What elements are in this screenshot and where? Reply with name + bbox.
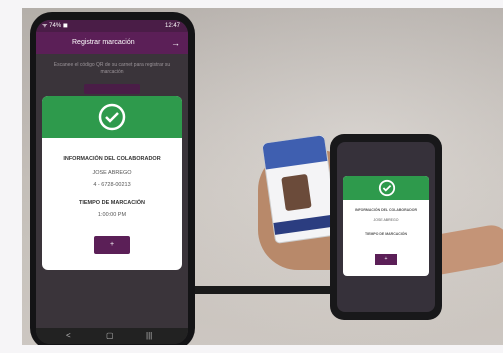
small-dialog-button[interactable]: +: [375, 254, 397, 265]
confirmation-dialog: INFORMACIÓN DEL COLABORADOR JOSE ABREGO …: [42, 96, 182, 270]
frame-bottom: [0, 345, 503, 353]
small-dialog-header: [343, 176, 429, 200]
large-phone-screen: ᯤ 74% ◼ 12:47 Registrar marcación → Esca…: [36, 20, 188, 344]
nav-recent-icon[interactable]: |||: [146, 328, 152, 344]
small-employee-name: JOSE ABREGO: [373, 218, 399, 222]
id-card-band: [273, 214, 337, 235]
frame-top: [0, 0, 503, 8]
status-bar: ᯤ 74% ◼ 12:47: [36, 20, 188, 32]
id-card-photo: [281, 173, 312, 212]
id-card-header: [262, 135, 328, 170]
small-confirmation-dialog: INFORMACIÓN DEL COLABORADOR JOSE ABREGO …: [343, 176, 429, 276]
small-check-circle-icon: [378, 179, 396, 197]
small-time-heading: TIEMPO DE MARCACIÓN: [365, 232, 407, 236]
employee-name: JOSE ABREGO: [92, 170, 132, 176]
status-left: ᯤ 74% ◼: [42, 23, 68, 29]
check-circle-icon: [98, 103, 126, 131]
info-heading: INFORMACIÓN DEL COLABORADOR: [63, 156, 161, 162]
nav-home-icon[interactable]: ▢: [106, 328, 114, 344]
background-instructions: Escanee el código QR de su carnet para r…: [53, 62, 171, 75]
time-heading: TIEMPO DE MARCACIÓN: [79, 200, 145, 206]
small-info-heading: INFORMACIÓN DEL COLABORADOR: [355, 208, 417, 212]
dialog-button[interactable]: +: [94, 236, 130, 254]
photo-scene: ᯤ 74% ◼ 12:47 Registrar marcación → Esca…: [0, 0, 503, 353]
dialog-header: [42, 96, 182, 138]
mount-rod: [190, 286, 350, 294]
employee-id: 4 - 6728-00213: [93, 182, 131, 188]
frame-left: [0, 0, 22, 353]
small-phone-screen: INFORMACIÓN DEL COLABORADOR JOSE ABREGO …: [337, 142, 435, 312]
nav-back-icon[interactable]: <: [66, 328, 71, 344]
background-button: [84, 84, 140, 94]
time-value: 1:00:00 PM: [97, 212, 127, 218]
back-arrow-icon[interactable]: →: [171, 32, 180, 54]
nav-bar: < ▢ |||: [36, 328, 188, 344]
app-title: Registrar marcación: [72, 39, 135, 46]
status-time: 12:47: [164, 23, 180, 29]
app-bar: Registrar marcación →: [36, 32, 188, 54]
